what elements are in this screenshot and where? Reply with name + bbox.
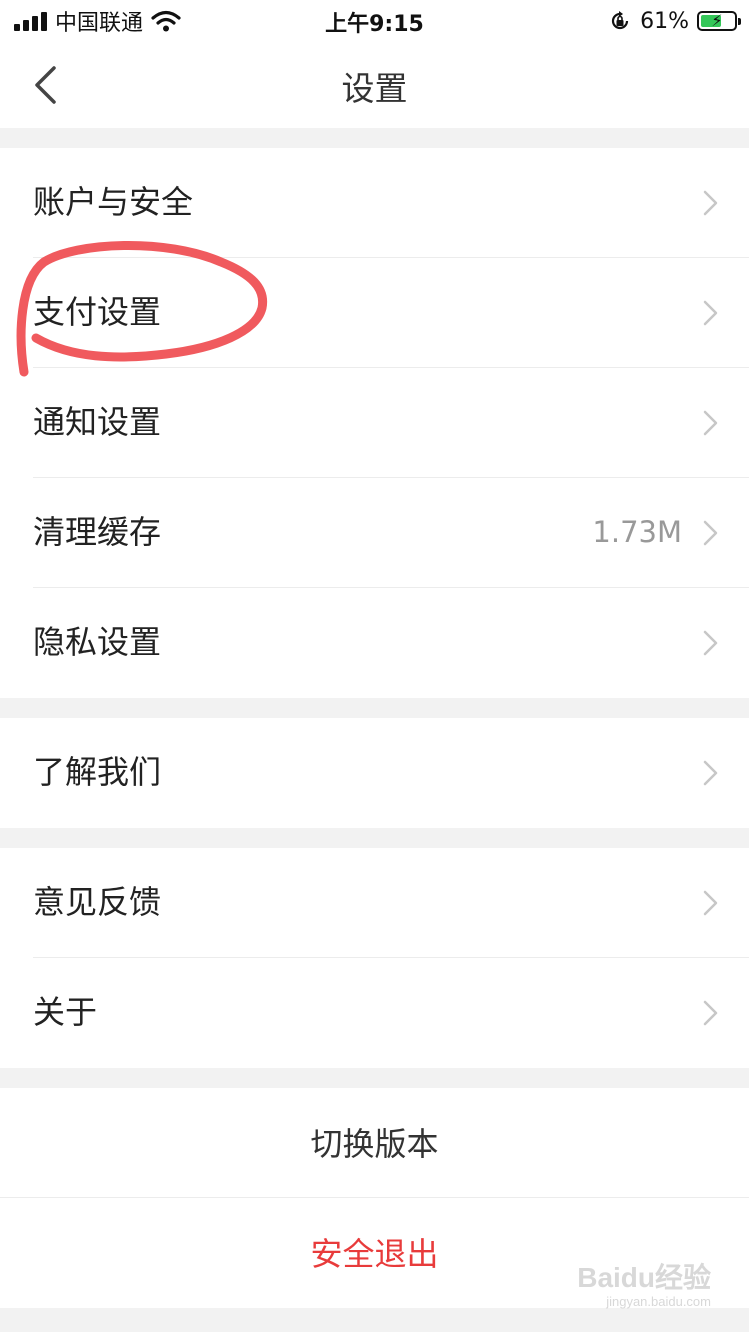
- cache-size-value: 1.73M: [592, 515, 682, 549]
- status-right: 61% ⚡: [608, 6, 741, 36]
- settings-item-label: 支付设置: [33, 293, 162, 331]
- battery-percent: 61%: [640, 8, 689, 34]
- page-title: 设置: [341, 69, 408, 108]
- settings-item-feedback[interactable]: 意见反馈: [0, 848, 749, 958]
- chevron-right-icon: [703, 1000, 718, 1026]
- chevron-right-icon: [703, 410, 718, 436]
- logout-button[interactable]: 安全退出: [0, 1198, 749, 1308]
- switch-version-label: 切换版本: [310, 1125, 439, 1163]
- battery-charging-icon: ⚡: [697, 11, 741, 31]
- action-group: 切换版本 安全退出: [0, 1088, 749, 1308]
- settings-item-label: 了解我们: [33, 753, 162, 791]
- settings-item-notification-settings[interactable]: 通知设置: [0, 368, 749, 478]
- battery-tip: [738, 18, 741, 25]
- settings-item-about-us[interactable]: 了解我们: [0, 718, 749, 828]
- nav-bar: 设置: [0, 42, 749, 128]
- chevron-right-icon: [703, 190, 718, 216]
- settings-item-label: 清理缓存: [33, 513, 162, 551]
- settings-item-label: 关于: [33, 993, 98, 1031]
- logout-label: 安全退出: [310, 1235, 439, 1273]
- status-bar: 中国联通 上午9:15 61% ⚡: [0, 0, 749, 42]
- chevron-right-icon: [703, 300, 718, 326]
- settings-item-label: 通知设置: [33, 403, 162, 441]
- settings-item-label: 账户与安全: [33, 183, 194, 221]
- chevron-right-icon: [703, 890, 718, 916]
- settings-item-label: 隐私设置: [33, 623, 162, 661]
- settings-item-clear-cache[interactable]: 清理缓存 1.73M: [0, 478, 749, 588]
- chevron-right-icon: [703, 630, 718, 656]
- switch-version-button[interactable]: 切换版本: [0, 1088, 749, 1198]
- orientation-lock-icon: [612, 11, 629, 30]
- chevron-right-icon: [703, 760, 718, 786]
- settings-item-payment-settings[interactable]: 支付设置: [0, 258, 749, 368]
- settings-group-feedback: 意见反馈 关于: [0, 848, 749, 1068]
- settings-group-main: 账户与安全 支付设置 通知设置 清理缓存 1.73M 隐私设置: [0, 148, 749, 698]
- settings-group-about-us: 了解我们: [0, 718, 749, 828]
- settings-item-about[interactable]: 关于: [0, 958, 749, 1068]
- settings-item-label: 意见反馈: [33, 883, 162, 921]
- chevron-right-icon: [703, 520, 718, 546]
- bolt-icon: ⚡: [711, 11, 723, 30]
- settings-item-account-security[interactable]: 账户与安全: [0, 148, 749, 258]
- settings-item-privacy-settings[interactable]: 隐私设置: [0, 588, 749, 698]
